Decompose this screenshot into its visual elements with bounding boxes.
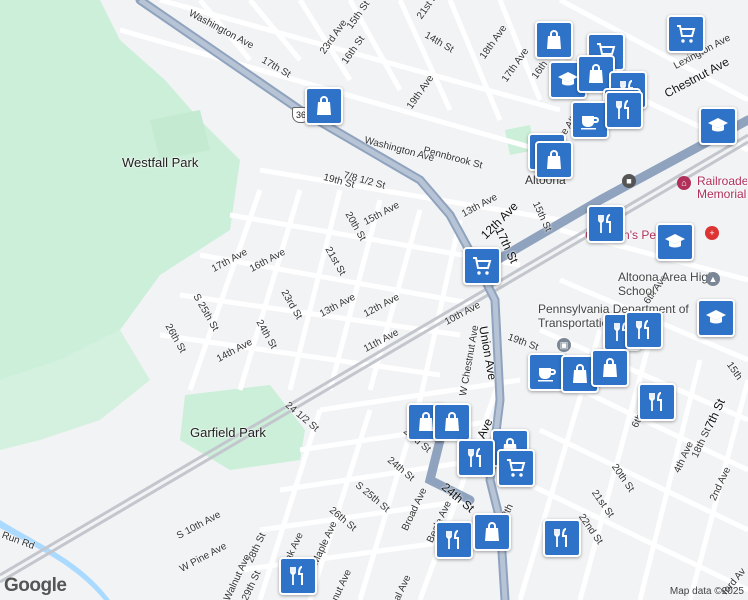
restaurant-icon: [464, 446, 488, 470]
map-marker-shopping-cart[interactable]: [667, 15, 705, 53]
restaurant-icon: [442, 528, 466, 552]
map-marker-restaurant[interactable]: [625, 311, 663, 349]
government-building-icon[interactable]: ▣: [557, 338, 571, 352]
map-marker-graduation-cap[interactable]: [656, 223, 694, 261]
restaurant-icon: [645, 390, 669, 414]
map-marker-coffee-cup[interactable]: [571, 101, 609, 139]
museum-icon[interactable]: ⌂: [677, 176, 691, 190]
map-marker-restaurant[interactable]: [638, 383, 676, 421]
map-marker-shopping-bag[interactable]: [433, 403, 471, 441]
shopping-bag-icon: [584, 62, 608, 86]
shopping-bag-icon: [568, 362, 592, 386]
graduation-cap-icon: [706, 114, 730, 138]
shopping-bag-icon: [480, 520, 504, 544]
restaurant-icon: [286, 564, 310, 588]
park-label-garfield: Garfield Park: [190, 425, 266, 440]
train-station-icon[interactable]: ■: [622, 174, 636, 188]
graduation-cap-icon: [704, 306, 728, 330]
shopping-bag-icon: [542, 148, 566, 172]
map-marker-shopping-cart[interactable]: [463, 247, 501, 285]
map-canvas[interactable]: Westfall Park Garfield Park 36 Washingto…: [0, 0, 748, 600]
map-marker-shopping-bag[interactable]: [305, 87, 343, 125]
shopping-cart-icon: [504, 456, 528, 480]
graduation-cap-icon: [663, 230, 687, 254]
map-marker-shopping-bag[interactable]: [535, 141, 573, 179]
poi-label-railroaders[interactable]: Railroaders Memorial: [697, 175, 747, 201]
hospital-icon[interactable]: +: [705, 226, 719, 240]
map-attribution[interactable]: Map data ©2025: [670, 586, 744, 597]
school-icon[interactable]: ▲: [706, 272, 720, 286]
shopping-bag-icon: [440, 410, 464, 434]
map-marker-graduation-cap[interactable]: [699, 107, 737, 145]
restaurant-icon: [594, 212, 618, 236]
map-marker-restaurant[interactable]: [587, 205, 625, 243]
poi-label-high-school[interactable]: Altoona Area High School: [618, 270, 738, 298]
park-label-westfall: Westfall Park: [122, 155, 199, 170]
coffee-cup-icon: [535, 360, 559, 384]
shopping-bag-icon: [312, 94, 336, 118]
shopping-cart-icon: [470, 254, 494, 278]
map-marker-shopping-cart[interactable]: [497, 449, 535, 487]
shopping-bag-icon: [542, 28, 566, 52]
google-logo[interactable]: Google: [4, 575, 67, 597]
map-marker-restaurant[interactable]: [435, 521, 473, 559]
shopping-bag-icon: [598, 356, 622, 380]
map-marker-shopping-bag[interactable]: [473, 513, 511, 551]
map-marker-restaurant[interactable]: [543, 519, 581, 557]
map-marker-shopping-bag[interactable]: [591, 349, 629, 387]
map-marker-graduation-cap[interactable]: [697, 299, 735, 337]
restaurant-icon: [550, 526, 574, 550]
map-marker-restaurant[interactable]: [605, 91, 643, 129]
restaurant-icon: [612, 98, 636, 122]
coffee-cup-icon: [578, 108, 602, 132]
restaurant-icon: [632, 318, 656, 342]
shopping-cart-icon: [674, 22, 698, 46]
map-marker-restaurant[interactable]: [279, 557, 317, 595]
map-marker-restaurant[interactable]: [457, 439, 495, 477]
map-marker-shopping-bag[interactable]: [535, 21, 573, 59]
